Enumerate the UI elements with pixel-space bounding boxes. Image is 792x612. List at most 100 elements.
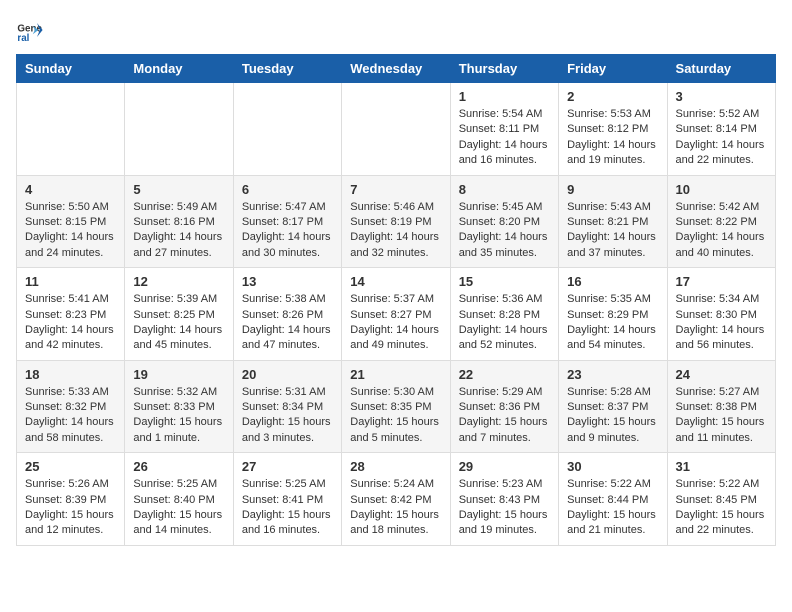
calendar-cell: 7 Sunrise: 5:46 AMSunset: 8:19 PMDaylight… [342, 175, 450, 268]
calendar-cell: 19Sunrise: 5:32 AMSunset: 8:33 PMDayligh… [125, 360, 233, 453]
day-number: 22 [459, 367, 550, 382]
calendar-week-row: 4 Sunrise: 5:50 AMSunset: 8:15 PMDaylight… [17, 175, 776, 268]
day-info: Sunrise: 5:28 AMSunset: 8:37 PMDaylight:… [567, 385, 658, 447]
calendar-cell: 22 Sunrise: 5:29 AMSunset: 8:36 PMDayligh… [450, 360, 558, 453]
calendar-cell [17, 83, 125, 176]
day-number: 30 [567, 459, 658, 474]
calendar-cell: 16 Sunrise: 5:35 AMSunset: 8:29 PMDayligh… [559, 268, 667, 361]
day-info: Sunrise: 5:52 AMSunset: 8:14 PMDaylight:… [676, 107, 767, 169]
calendar-cell: 30 Sunrise: 5:22 AMSunset: 8:44 PMDayligh… [559, 453, 667, 546]
day-number: 16 [567, 274, 658, 289]
day-number: 9 [567, 182, 658, 197]
calendar-cell: 1 Sunrise: 5:54 AMSunset: 8:11 PMDaylight… [450, 83, 558, 176]
day-number: 1 [459, 89, 550, 104]
day-info: Sunrise: 5:25 AMSunset: 8:41 PMDaylight:… [242, 477, 333, 539]
day-info: Sunrise: 5:24 AMSunset: 8:42 PMDaylight:… [350, 477, 441, 539]
day-number: 5 [133, 182, 224, 197]
day-of-week-header: Monday [125, 55, 233, 83]
calendar-cell: 4 Sunrise: 5:50 AMSunset: 8:15 PMDaylight… [17, 175, 125, 268]
day-info: Sunrise: 5:45 AMSunset: 8:20 PMDaylight:… [459, 200, 550, 262]
day-info: Sunrise: 5:50 AMSunset: 8:15 PMDaylight:… [25, 200, 116, 262]
calendar-cell: 18 Sunrise: 5:33 AMSunset: 8:32 PMDayligh… [17, 360, 125, 453]
calendar-cell: 11 Sunrise: 5:41 AMSunset: 8:23 PMDayligh… [17, 268, 125, 361]
day-info: Sunrise: 5:47 AMSunset: 8:17 PMDaylight:… [242, 200, 333, 262]
calendar-header-row: SundayMondayTuesdayWednesdayThursdayFrid… [17, 55, 776, 83]
day-info: Sunrise: 5:26 AMSunset: 8:39 PMDaylight:… [25, 477, 116, 539]
calendar-cell: 28 Sunrise: 5:24 AMSunset: 8:42 PMDayligh… [342, 453, 450, 546]
calendar-cell [125, 83, 233, 176]
calendar-cell: 26 Sunrise: 5:25 AMSunset: 8:40 PMDayligh… [125, 453, 233, 546]
day-info: Sunrise: 5:42 AMSunset: 8:22 PMDaylight:… [676, 200, 767, 262]
day-number: 7 [350, 182, 441, 197]
day-of-week-header: Friday [559, 55, 667, 83]
day-number: 28 [350, 459, 441, 474]
calendar-week-row: 11 Sunrise: 5:41 AMSunset: 8:23 PMDayligh… [17, 268, 776, 361]
day-number: 6 [242, 182, 333, 197]
calendar-cell [233, 83, 341, 176]
calendar-cell: 9 Sunrise: 5:43 AMSunset: 8:21 PMDaylight… [559, 175, 667, 268]
day-number: 24 [676, 367, 767, 382]
day-number: 2 [567, 89, 658, 104]
calendar-cell [342, 83, 450, 176]
day-number: 14 [350, 274, 441, 289]
day-info: Sunrise: 5:54 AMSunset: 8:11 PMDaylight:… [459, 107, 550, 169]
day-info: Sunrise: 5:22 AMSunset: 8:44 PMDaylight:… [567, 477, 658, 539]
calendar-cell: 8 Sunrise: 5:45 AMSunset: 8:20 PMDaylight… [450, 175, 558, 268]
day-info: Sunrise: 5:46 AMSunset: 8:19 PMDaylight:… [350, 200, 441, 262]
day-info: Sunrise: 5:32 AMSunset: 8:33 PMDaylight:… [133, 385, 224, 447]
day-of-week-header: Saturday [667, 55, 775, 83]
day-info: Sunrise: 5:53 AMSunset: 8:12 PMDaylight:… [567, 107, 658, 169]
day-info: Sunrise: 5:30 AMSunset: 8:35 PMDaylight:… [350, 385, 441, 447]
calendar-cell: 2 Sunrise: 5:53 AMSunset: 8:12 PMDaylight… [559, 83, 667, 176]
calendar-cell: 10 Sunrise: 5:42 AMSunset: 8:22 PMDayligh… [667, 175, 775, 268]
day-info: Sunrise: 5:31 AMSunset: 8:34 PMDaylight:… [242, 385, 333, 447]
day-info: Sunrise: 5:29 AMSunset: 8:36 PMDaylight:… [459, 385, 550, 447]
calendar-cell: 20Sunrise: 5:31 AMSunset: 8:34 PMDayligh… [233, 360, 341, 453]
page-header: Gene ral [16, 16, 776, 44]
calendar-cell: 14 Sunrise: 5:37 AMSunset: 8:27 PMDayligh… [342, 268, 450, 361]
day-number: 4 [25, 182, 116, 197]
day-of-week-header: Tuesday [233, 55, 341, 83]
calendar-cell: 24Sunrise: 5:27 AMSunset: 8:38 PMDayligh… [667, 360, 775, 453]
day-info: Sunrise: 5:38 AMSunset: 8:26 PMDaylight:… [242, 292, 333, 354]
day-number: 8 [459, 182, 550, 197]
day-number: 21 [350, 367, 441, 382]
day-number: 17 [676, 274, 767, 289]
day-info: Sunrise: 5:23 AMSunset: 8:43 PMDaylight:… [459, 477, 550, 539]
day-info: Sunrise: 5:43 AMSunset: 8:21 PMDaylight:… [567, 200, 658, 262]
day-number: 3 [676, 89, 767, 104]
calendar-week-row: 18 Sunrise: 5:33 AMSunset: 8:32 PMDayligh… [17, 360, 776, 453]
day-number: 10 [676, 182, 767, 197]
day-info: Sunrise: 5:36 AMSunset: 8:28 PMDaylight:… [459, 292, 550, 354]
day-info: Sunrise: 5:49 AMSunset: 8:16 PMDaylight:… [133, 200, 224, 262]
day-number: 23 [567, 367, 658, 382]
logo-icon: Gene ral [16, 16, 44, 44]
calendar-cell: 13 Sunrise: 5:38 AMSunset: 8:26 PMDayligh… [233, 268, 341, 361]
day-info: Sunrise: 5:33 AMSunset: 8:32 PMDaylight:… [25, 385, 116, 447]
calendar-cell: 12Sunrise: 5:39 AMSunset: 8:25 PMDayligh… [125, 268, 233, 361]
logo: Gene ral [16, 16, 48, 44]
calendar-table: SundayMondayTuesdayWednesdayThursdayFrid… [16, 54, 776, 546]
calendar-cell: 15Sunrise: 5:36 AMSunset: 8:28 PMDayligh… [450, 268, 558, 361]
calendar-cell: 31Sunrise: 5:22 AMSunset: 8:45 PMDayligh… [667, 453, 775, 546]
day-number: 13 [242, 274, 333, 289]
day-number: 29 [459, 459, 550, 474]
day-of-week-header: Wednesday [342, 55, 450, 83]
day-number: 11 [25, 274, 116, 289]
calendar-cell: 5 Sunrise: 5:49 AMSunset: 8:16 PMDaylight… [125, 175, 233, 268]
day-number: 18 [25, 367, 116, 382]
svg-text:ral: ral [17, 33, 29, 44]
calendar-cell: 27 Sunrise: 5:25 AMSunset: 8:41 PMDayligh… [233, 453, 341, 546]
day-info: Sunrise: 5:41 AMSunset: 8:23 PMDaylight:… [25, 292, 116, 354]
calendar-week-row: 1 Sunrise: 5:54 AMSunset: 8:11 PMDaylight… [17, 83, 776, 176]
day-number: 26 [133, 459, 224, 474]
day-info: Sunrise: 5:25 AMSunset: 8:40 PMDaylight:… [133, 477, 224, 539]
day-of-week-header: Thursday [450, 55, 558, 83]
day-number: 31 [676, 459, 767, 474]
day-info: Sunrise: 5:39 AMSunset: 8:25 PMDaylight:… [133, 292, 224, 354]
day-info: Sunrise: 5:35 AMSunset: 8:29 PMDaylight:… [567, 292, 658, 354]
day-info: Sunrise: 5:37 AMSunset: 8:27 PMDaylight:… [350, 292, 441, 354]
calendar-week-row: 25Sunrise: 5:26 AMSunset: 8:39 PMDayligh… [17, 453, 776, 546]
day-number: 27 [242, 459, 333, 474]
calendar-cell: 3 Sunrise: 5:52 AMSunset: 8:14 PMDaylight… [667, 83, 775, 176]
